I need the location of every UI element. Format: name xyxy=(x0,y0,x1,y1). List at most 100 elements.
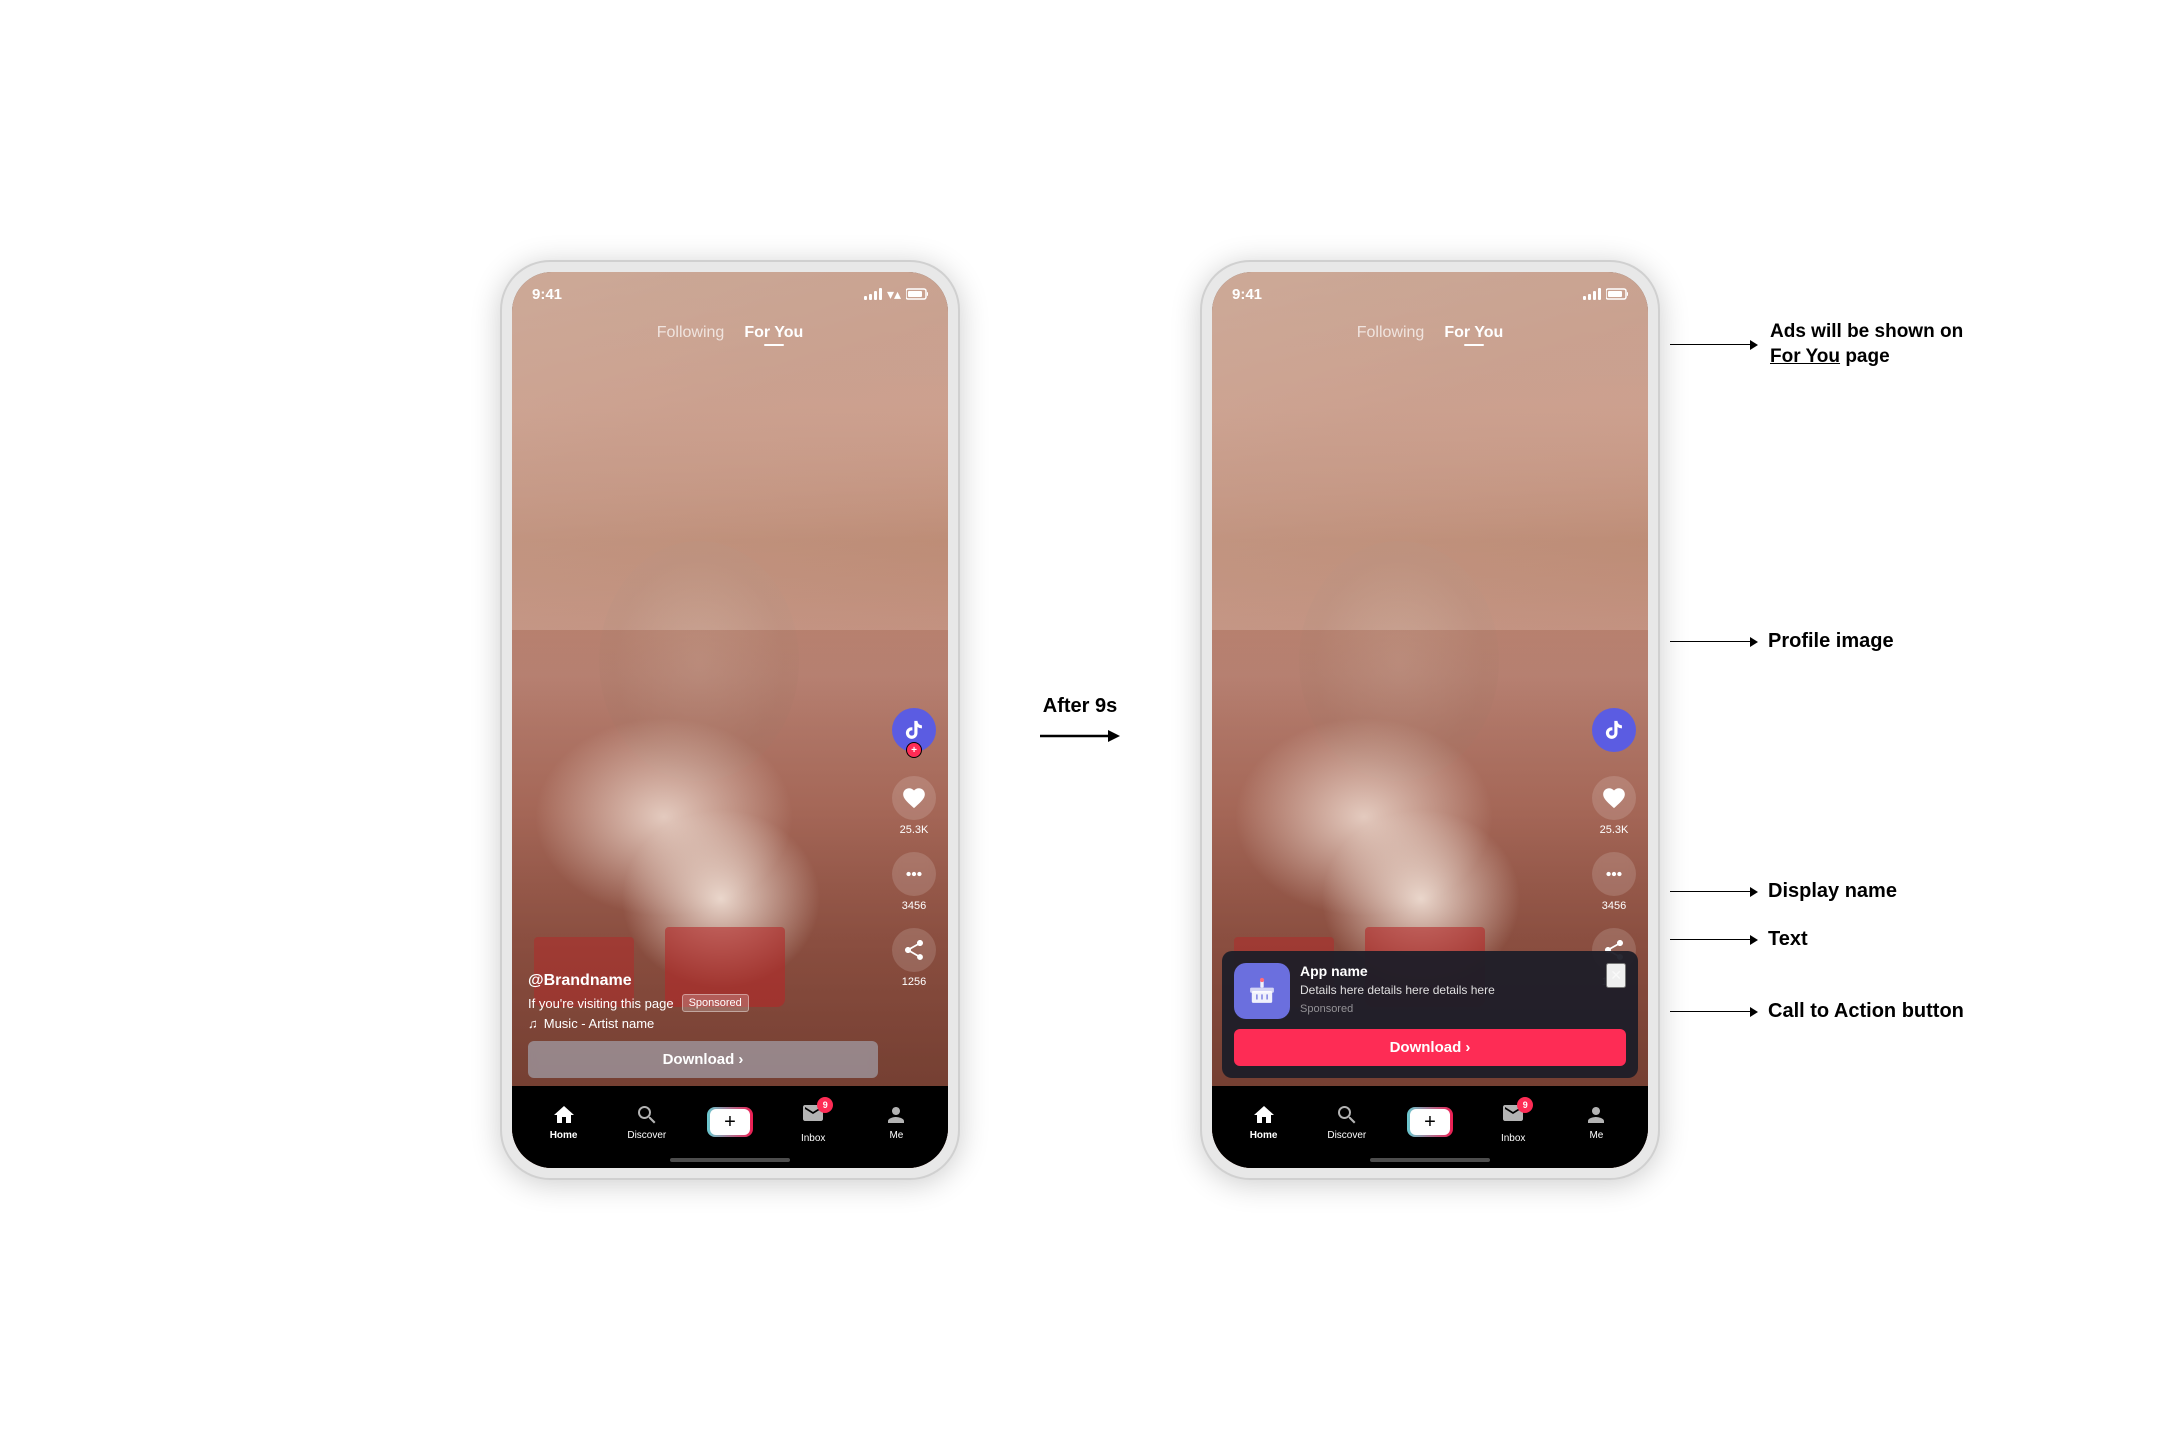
profile-action-1: + xyxy=(892,708,936,760)
right-actions-2: 25.3K 3456 xyxy=(1592,708,1636,988)
signal-icon-1 xyxy=(864,288,882,300)
comment-btn-2[interactable] xyxy=(1592,852,1636,896)
nav-home-label-1: Home xyxy=(550,1130,578,1141)
annotation-displayname: Display name xyxy=(1670,880,1897,903)
nav-tabs-2: Following For You xyxy=(1212,316,1648,350)
nav-discover-label-2: Discover xyxy=(1327,1130,1366,1141)
like-action-1: 25.3K xyxy=(892,776,936,836)
share-icon-1 xyxy=(902,938,926,962)
comment-action-2: 3456 xyxy=(1592,852,1636,912)
share-btn-1[interactable] xyxy=(892,928,936,972)
annot-text-displayname: Display name xyxy=(1768,880,1897,903)
like-btn-2[interactable] xyxy=(1592,776,1636,820)
inbox-badge-num-1: 9 xyxy=(817,1097,833,1113)
page-container: 9:41 ▾▴ xyxy=(0,0,2160,1440)
wifi-icon-1: ▾▴ xyxy=(887,286,901,303)
tab-foryou-1[interactable]: For You xyxy=(744,324,803,342)
annot-line-displayname xyxy=(1670,891,1750,893)
phone-2-frame: 9:41 xyxy=(1200,260,1660,1180)
comment-btn-1[interactable] xyxy=(892,852,936,896)
inbox-badge-container-1: 9 xyxy=(801,1101,825,1130)
comment-count-1: 3456 xyxy=(902,900,926,912)
plus-icon-2: + xyxy=(1424,1111,1436,1134)
ad-sponsored-label: Sponsored xyxy=(1300,1003,1495,1015)
nav-home-1[interactable]: Home xyxy=(522,1103,605,1141)
bottom-nav-1: Home Discover + xyxy=(512,1086,948,1168)
bottom-nav-2: Home Discover + xyxy=(1212,1086,1648,1168)
nav-plus-2[interactable]: + xyxy=(1388,1107,1471,1137)
annot-arrow-displayname xyxy=(1750,887,1758,897)
phone-2-container: 9:41 xyxy=(1200,260,1660,1180)
nav-me-2[interactable]: Me xyxy=(1555,1103,1638,1141)
nav-inbox-1[interactable]: 9 Inbox xyxy=(772,1101,855,1144)
sponsored-badge-1: Sponsored xyxy=(682,994,749,1012)
tab-foryou-2[interactable]: For You xyxy=(1444,324,1503,342)
follow-plus-badge-1: + xyxy=(906,742,922,758)
nav-home-2[interactable]: Home xyxy=(1222,1103,1305,1141)
annot-text-text: Text xyxy=(1768,928,1808,951)
share-count-1: 1256 xyxy=(902,976,926,988)
annot-line-text xyxy=(1670,939,1750,941)
ad-text-area: App name Details here details here detai… xyxy=(1300,963,1495,1019)
nav-me-label-2: Me xyxy=(1589,1130,1603,1141)
tiktok-logo-icon-1 xyxy=(903,719,925,741)
ad-close-btn[interactable]: ✕ xyxy=(1606,963,1626,988)
share-action-1: 1256 xyxy=(892,928,936,988)
download-btn-1[interactable]: Download › xyxy=(528,1041,878,1078)
brand-name-1: @Brandname xyxy=(528,972,878,990)
home-icon-1 xyxy=(552,1103,576,1127)
annotations-container: Ads will be shown on For You page Profil… xyxy=(1690,260,2160,1180)
ad-card-header: App name Details here details here detai… xyxy=(1234,963,1626,1019)
ad-card: App name Details here details here detai… xyxy=(1222,951,1638,1078)
nav-plus-1[interactable]: + xyxy=(688,1107,771,1137)
nav-inbox-2[interactable]: 9 Inbox xyxy=(1472,1101,1555,1144)
nav-discover-1[interactable]: Discover xyxy=(605,1103,688,1141)
annot-foryou-line1: Ads will be shown on xyxy=(1770,320,1963,345)
home-indicator-1 xyxy=(670,1158,790,1162)
like-action-2: 25.3K xyxy=(1592,776,1636,836)
plus-btn-2[interactable]: + xyxy=(1407,1107,1453,1137)
annot-arrow-cta xyxy=(1750,1007,1758,1017)
comment-count-2: 3456 xyxy=(1602,900,1626,912)
profile-btn-2[interactable] xyxy=(1592,708,1636,752)
nav-inbox-label-1: Inbox xyxy=(801,1133,825,1144)
tab-following-1[interactable]: Following xyxy=(657,324,725,342)
cake-icon xyxy=(1245,974,1279,1008)
annot-line-profile xyxy=(1670,641,1750,643)
music-text-1: Music - Artist name xyxy=(544,1016,655,1031)
heart-icon-2 xyxy=(1601,785,1627,811)
like-btn-1[interactable] xyxy=(892,776,936,820)
annot-arrow-profile xyxy=(1750,637,1758,647)
profile-action-2 xyxy=(1592,708,1636,760)
right-actions-1: + 25.3K xyxy=(892,708,936,988)
phone-2-screen: 9:41 xyxy=(1212,272,1648,1168)
plus-btn-1[interactable]: + xyxy=(707,1107,753,1137)
transition-label: After 9s xyxy=(1043,695,1117,718)
ad-download-btn[interactable]: Download › xyxy=(1234,1029,1626,1066)
transition-arrow-svg xyxy=(1040,726,1120,746)
discover-icon-1 xyxy=(635,1103,659,1127)
caption-row-1: If you're visiting this page Sponsored xyxy=(528,994,878,1012)
annot-text-cta: Call to Action button xyxy=(1768,1000,1964,1023)
tiktok-logo-icon-2 xyxy=(1603,719,1625,741)
nav-me-1[interactable]: Me xyxy=(855,1103,938,1141)
battery-icon-1 xyxy=(906,288,928,300)
caption-text-1: If you're visiting this page xyxy=(528,996,674,1011)
plus-icon-1: + xyxy=(724,1111,736,1134)
nav-discover-label-1: Discover xyxy=(627,1130,666,1141)
foryou-underline: For You xyxy=(1770,346,1840,367)
annot-arrow-text xyxy=(1750,935,1758,945)
status-time-1: 9:41 xyxy=(532,286,562,303)
ad-app-icon xyxy=(1234,963,1290,1019)
annot-line-foryou xyxy=(1670,344,1750,346)
profile-btn-1[interactable]: + xyxy=(892,708,936,752)
annotation-cta: Call to Action button xyxy=(1670,1000,1964,1023)
tab-following-2[interactable]: Following xyxy=(1357,324,1425,342)
nav-me-label-1: Me xyxy=(889,1130,903,1141)
ad-app-name: App name xyxy=(1300,963,1495,979)
status-icons-1: ▾▴ xyxy=(864,286,928,303)
status-time-2: 9:41 xyxy=(1232,286,1262,303)
nav-discover-2[interactable]: Discover xyxy=(1305,1103,1388,1141)
status-bar-2: 9:41 xyxy=(1212,272,1648,316)
phone-1-screen: 9:41 ▾▴ xyxy=(512,272,948,1168)
